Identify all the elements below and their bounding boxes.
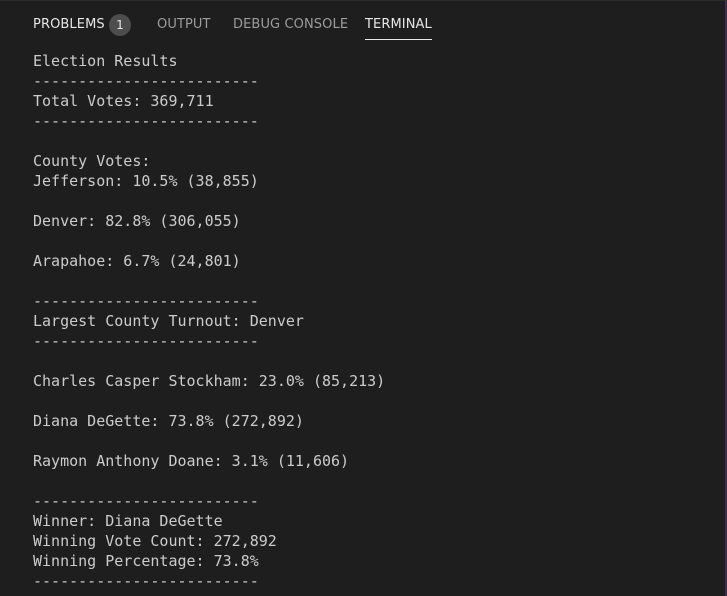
terminal-line: Largest County Turnout: Denver (33, 312, 304, 330)
terminal-line: ------------------------- (33, 292, 259, 310)
terminal-line: Total Votes: 369,711 (33, 92, 214, 110)
tab-output[interactable]: OUTPUT (157, 16, 211, 34)
terminal-line: ------------------------- (33, 492, 259, 510)
terminal-line: ------------------------- (33, 112, 259, 130)
terminal-line: Winning Percentage: 73.8% (33, 552, 259, 570)
tab-debug-console[interactable]: DEBUG CONSOLE (233, 16, 348, 34)
terminal-line: Arapahoe: 6.7% (24,801) (33, 252, 241, 270)
terminal-line: ------------------------- (33, 72, 259, 90)
terminal-line: Winning Vote Count: 272,892 (33, 532, 277, 550)
terminal-line: Diana DeGette: 73.8% (272,892) (33, 412, 304, 430)
terminal-line: Election Results (33, 52, 178, 70)
panel-tab-bar: PROBLEMS 1 OUTPUT DEBUG CONSOLE TERMINAL (0, 1, 725, 47)
terminal-output[interactable]: Election Results ------------------------… (33, 51, 385, 591)
tab-terminal[interactable]: TERMINAL (365, 16, 432, 40)
terminal-line: Denver: 82.8% (306,055) (33, 212, 241, 230)
terminal-line: Charles Casper Stockham: 23.0% (85,213) (33, 372, 386, 390)
terminal-line: Raymon Anthony Doane: 3.1% (11,606) (33, 452, 350, 470)
terminal-line: Winner: Diana DeGette (33, 512, 223, 530)
terminal-panel: PROBLEMS 1 OUTPUT DEBUG CONSOLE TERMINAL… (0, 0, 727, 596)
terminal-line: County Votes: (33, 152, 151, 170)
terminal-line: ------------------------- (33, 572, 259, 590)
tab-problems[interactable]: PROBLEMS (33, 16, 105, 34)
problems-count-badge: 1 (109, 14, 131, 36)
terminal-line: Jefferson: 10.5% (38,855) (33, 172, 259, 190)
terminal-line: ------------------------- (33, 332, 259, 350)
